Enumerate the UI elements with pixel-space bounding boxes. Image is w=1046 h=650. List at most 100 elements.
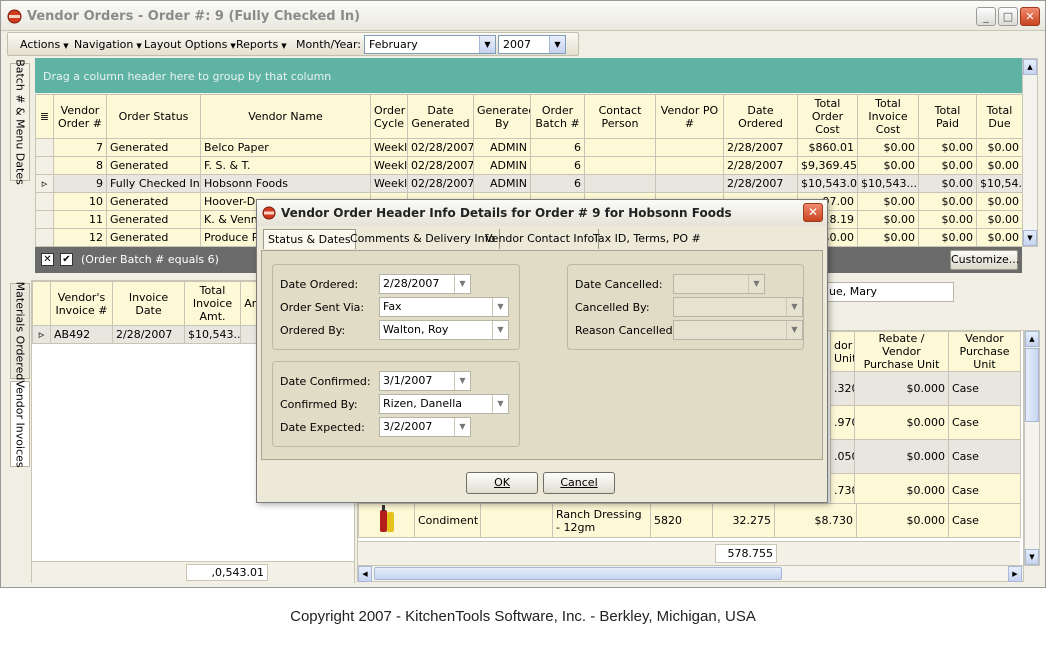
cell	[584, 138, 656, 157]
col-header[interactable]: Order Status	[106, 94, 201, 139]
vscroll-thumb[interactable]	[1025, 348, 1039, 422]
menu-navigation[interactable]: Navigation ▼	[74, 38, 142, 51]
cell: 32.275	[712, 503, 775, 538]
date-ordered-field[interactable]: 2/28/2007 ▼	[379, 274, 471, 294]
tab-vendor-invoices[interactable]: Vendor Invoices	[10, 380, 30, 468]
scroll-left-icon[interactable]: ◀	[358, 566, 372, 582]
table-row[interactable]: .050$0.000Case	[830, 439, 1021, 474]
col-header[interactable]: Vendor's Invoice #	[50, 281, 113, 326]
table-row[interactable]: ▹ AB492 2/28/2007 $10,543...	[32, 325, 263, 344]
cell: Case	[948, 405, 1021, 440]
clear-filter-icon[interactable]: ✕	[41, 253, 54, 266]
menu-reports[interactable]: Reports ▼	[236, 38, 287, 51]
contact-field[interactable]: lue, Mary	[821, 282, 954, 302]
col-header[interactable]: Invoice Date	[112, 281, 185, 326]
row-indicator	[35, 228, 54, 247]
cell: 2/28/2007	[723, 138, 798, 157]
tab-tax-terms-po[interactable]: Tax ID, Terms, PO #	[589, 229, 705, 249]
cell: $0.000	[854, 439, 949, 474]
menu-actions-label: Actions	[20, 38, 61, 51]
cell: 2/28/2007	[723, 156, 798, 175]
table-row[interactable]: 8GeneratedF. S. & T.Weekly02/28/2007ADMI…	[35, 156, 1023, 175]
cancel-button[interactable]: Cancel	[543, 472, 615, 494]
filter-enabled-checkbox[interactable]: ✔	[60, 253, 73, 266]
col-header[interactable]: Vendor Purchase Unit	[948, 331, 1021, 372]
table-row[interactable]: Condiment Ranch Dressing - 12gm 5820 32.…	[358, 503, 1021, 538]
scroll-down-icon[interactable]: ▼	[1023, 230, 1037, 246]
date-cancelled-field[interactable]: ▼	[673, 274, 765, 294]
year-select[interactable]: 2007 ▼	[498, 35, 566, 54]
cell: Ranch Dressing - 12gm	[552, 503, 651, 538]
minimize-button[interactable]: _	[976, 7, 996, 26]
col-header[interactable]: Total Order Cost	[797, 94, 858, 139]
row-indicator	[35, 138, 54, 157]
tab-materials-ordered[interactable]: Materials Ordered	[10, 282, 30, 380]
date-expected-field[interactable]: 3/2/2007 ▼	[379, 417, 471, 437]
menu-actions[interactable]: Actions ▼	[20, 38, 69, 51]
col-header[interactable]: Total Invoice Cost	[857, 94, 919, 139]
col-header[interactable]: Contact Person	[584, 94, 656, 139]
col-header[interactable]: Vendor Order #	[53, 94, 107, 139]
col-header[interactable]: Vendor Name	[200, 94, 371, 139]
reason-cancelled-select[interactable]: ▼	[673, 320, 803, 340]
cell	[584, 156, 656, 175]
month-select[interactable]: February ▼	[364, 35, 496, 54]
date-confirmed-field[interactable]: 3/1/2007 ▼	[379, 371, 471, 391]
menu-reports-label: Reports	[236, 38, 279, 51]
cell: Generated	[106, 210, 201, 229]
col-header[interactable]: Total Invoice Amt.	[184, 281, 241, 326]
table-row[interactable]: .970$0.000Case	[830, 405, 1021, 440]
maximize-button[interactable]: □	[998, 7, 1018, 26]
order-sent-via-value: Fax	[383, 300, 402, 313]
ordered-by-label: Ordered By:	[280, 324, 346, 337]
group-by-bar[interactable]: Drag a column header here to group by th…	[35, 58, 1022, 93]
cell: $0.00	[857, 156, 919, 175]
scroll-up-icon[interactable]: ▲	[1023, 59, 1037, 75]
hscroll-thumb[interactable]	[374, 567, 782, 580]
tab-comments-delivery[interactable]: Comments & Delivery Info	[346, 229, 501, 249]
table-row[interactable]: ▹9Fully Checked InHobsonn FoodsWeekly02/…	[35, 174, 1023, 193]
close-button[interactable]: ✕	[1020, 7, 1040, 26]
col-header[interactable]: Date Generated	[407, 94, 474, 139]
table-row[interactable]: 7GeneratedBelco PaperWeekly02/28/2007ADM…	[35, 138, 1023, 157]
cell: $0.00	[976, 210, 1023, 229]
column-chooser-icon[interactable]: ≣	[35, 94, 54, 139]
scroll-right-icon[interactable]: ▶	[1008, 566, 1022, 582]
month-value: February	[369, 38, 418, 51]
col-header[interactable]: Total Paid	[918, 94, 977, 139]
tab-vendor-contact[interactable]: Vendor Contact Info	[481, 229, 600, 249]
tab-batch-menu-dates[interactable]: Batch # & Menu Dates	[10, 59, 30, 185]
menu-layout-options[interactable]: Layout Options ▼	[144, 38, 236, 51]
materials-total: 578.755	[715, 544, 777, 563]
ok-button[interactable]: OK	[466, 472, 538, 494]
cancelled-by-select[interactable]: ▼	[673, 297, 803, 317]
confirmed-by-select[interactable]: Rizen, Danella ▼	[379, 394, 509, 414]
materials-vscrollbar[interactable]: ▲ ▼	[1024, 330, 1040, 566]
materials-hscrollbar[interactable]: ◀ ▶	[358, 565, 1023, 582]
col-header[interactable]: Order Batch #	[530, 94, 585, 139]
dialog-close-button[interactable]: ✕	[803, 203, 823, 222]
cell: .970	[830, 405, 855, 440]
orders-scrollbar[interactable]: ▲ ▼	[1022, 58, 1038, 247]
tab-status-dates[interactable]: Status & Dates	[263, 229, 356, 249]
col-header[interactable]: Vendor PO #	[655, 94, 724, 139]
dialog-title-bar: Vendor Order Header Info Details for Ord…	[257, 200, 827, 226]
col-header[interactable]: Order Cycle	[370, 94, 408, 139]
order-sent-via-select[interactable]: Fax ▼	[379, 297, 509, 317]
col-header[interactable]: Total Due	[976, 94, 1023, 139]
cell: $0.00	[918, 192, 977, 211]
table-row[interactable]: .320$0.000Case	[830, 371, 1021, 406]
customize-button[interactable]: Customize...	[950, 250, 1019, 270]
header-indicator	[32, 281, 51, 326]
ordered-by-select[interactable]: Walton, Roy ▼	[379, 320, 509, 340]
scroll-up-icon[interactable]: ▲	[1025, 331, 1039, 347]
col-header[interactable]: Date Ordered	[723, 94, 798, 139]
col-header[interactable]: Generated By	[473, 94, 531, 139]
cell: Generated	[106, 138, 201, 157]
col-header[interactable]: dor Unit	[830, 331, 855, 372]
row-indicator-icon: ▹	[32, 325, 51, 344]
cell: 10	[53, 192, 107, 211]
row-indicator	[35, 210, 54, 229]
col-header[interactable]: Rebate / Vendor Purchase Unit	[854, 331, 949, 372]
scroll-down-icon[interactable]: ▼	[1025, 549, 1039, 565]
